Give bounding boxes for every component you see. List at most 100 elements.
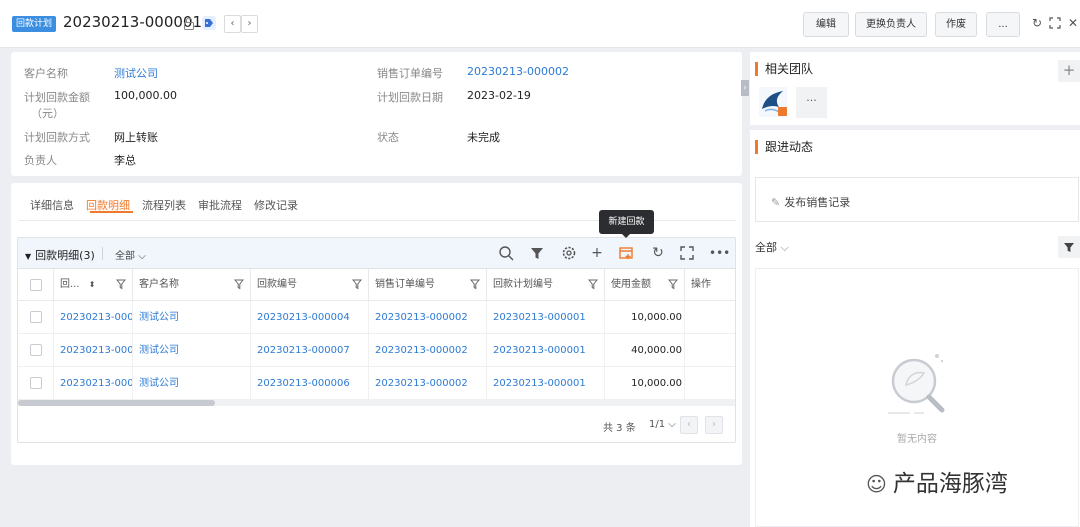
row-checkbox[interactable]: [30, 377, 42, 389]
order-no-cell[interactable]: 20230213-000002: [369, 301, 487, 334]
status-value: 未完成: [467, 131, 500, 144]
more-icon[interactable]: •••: [709, 244, 730, 262]
customer-cell[interactable]: 测试公司: [133, 367, 251, 400]
column-header[interactable]: 销售订单编号: [369, 269, 487, 301]
horizontal-scrollbar[interactable]: [18, 400, 735, 406]
column-header[interactable]: 客户名称: [133, 269, 251, 301]
plan-no-cell[interactable]: 20230213-000001: [487, 301, 605, 334]
select-all-cell: [18, 269, 54, 301]
edit-icon: ✎: [771, 196, 781, 209]
table-row[interactable]: 20230213-000... 测试公司 20230213-000004 202…: [18, 301, 735, 334]
select-all-checkbox[interactable]: [30, 279, 42, 291]
edit-button[interactable]: 编辑: [803, 12, 849, 37]
more-actions-button[interactable]: ...: [986, 12, 1020, 37]
toolbar-divider: [102, 247, 103, 260]
plan-no-cell[interactable]: 20230213-000001: [487, 334, 605, 367]
amount-cell: 10,000.00: [605, 367, 685, 400]
scrollbar-thumb[interactable]: [18, 400, 215, 406]
search-icon[interactable]: [497, 244, 515, 262]
add-icon[interactable]: +: [588, 244, 606, 262]
table-row[interactable]: 20230213-000... 测试公司 20230213-000006 202…: [18, 367, 735, 400]
total-count: 共 3 条: [603, 423, 636, 434]
empty-search-icon: [888, 354, 945, 414]
active-tab-indicator: [90, 211, 133, 213]
filter-icon[interactable]: [352, 279, 362, 290]
tab-process-list[interactable]: 流程列表: [142, 197, 186, 213]
order-no-cell[interactable]: 20230213-000002: [369, 367, 487, 400]
change-owner-button[interactable]: 更换负责人: [855, 12, 927, 37]
order-no-cell[interactable]: 20230213-000002: [369, 334, 487, 367]
new-payment-icon[interactable]: [617, 244, 635, 262]
publish-record-button[interactable]: ✎ 发布销售记录: [755, 177, 1079, 222]
watermark: ☺ 产品海豚湾: [866, 464, 1008, 498]
row-checkbox[interactable]: [30, 344, 42, 356]
column-header: 操作: [685, 269, 735, 301]
team-title: 相关团队: [755, 62, 813, 76]
column-header[interactable]: 回... ⬍: [54, 269, 133, 301]
plan-date-label: 计划回款日期: [377, 91, 443, 104]
refresh-icon[interactable]: ↻: [649, 244, 667, 262]
avatar[interactable]: [759, 87, 787, 117]
column-header[interactable]: 回款编号: [251, 269, 369, 301]
customer-label: 客户名称: [24, 67, 68, 80]
void-button[interactable]: 作废: [935, 12, 977, 37]
order-no-value[interactable]: 20230213-000002: [467, 65, 569, 78]
column-header[interactable]: 使用金额: [605, 269, 685, 301]
tab-details[interactable]: 详细信息: [30, 197, 74, 213]
sort-icon[interactable]: ⬍: [89, 280, 96, 289]
payment-id-cell[interactable]: 20230213-000...: [54, 334, 133, 367]
payment-subtable: ▼ 回款明细(3) 全部 ⌵ + ↻ ••• 回... ⬍ 客户名称 回款编号 …: [17, 237, 736, 443]
filter-icon[interactable]: [668, 279, 678, 290]
close-icon[interactable]: ✕: [1066, 16, 1080, 30]
filter-icon[interactable]: [116, 279, 126, 290]
payment-no-cell[interactable]: 20230213-000004: [251, 301, 369, 334]
payment-id-cell[interactable]: 20230213-000...: [54, 367, 133, 400]
row-checkbox[interactable]: [30, 311, 42, 323]
column-header-label: 销售订单编号: [375, 279, 435, 290]
column-header-label: 客户名称: [139, 279, 179, 290]
status-label: 状态: [377, 131, 399, 144]
activity-filter-select[interactable]: 全部 ⌵: [755, 239, 789, 255]
refresh-icon[interactable]: ↻: [1030, 16, 1044, 30]
next-page-button[interactable]: ›: [705, 416, 723, 434]
fullscreen-icon[interactable]: [1048, 16, 1062, 30]
next-record-button[interactable]: ›: [241, 15, 258, 33]
wechat-icon: ☺: [866, 472, 887, 496]
filter-icon[interactable]: [528, 244, 546, 262]
filter-icon[interactable]: [1058, 236, 1080, 258]
table-row[interactable]: 20230213-000... 测试公司 20230213-000007 202…: [18, 334, 735, 367]
subtable-title-text: 回款明细(3): [35, 249, 95, 262]
plan-no-cell[interactable]: 20230213-000001: [487, 367, 605, 400]
chevron-down-icon: ⌵: [138, 251, 146, 262]
payment-no-cell[interactable]: 20230213-000007: [251, 334, 369, 367]
expand-icon[interactable]: [678, 244, 696, 262]
prev-page-button[interactable]: ‹: [680, 416, 698, 434]
lock-icon[interactable]: [183, 17, 195, 30]
record-type-badge: 回款计划: [12, 16, 57, 32]
more-members-button[interactable]: ···: [796, 87, 827, 118]
settings-icon[interactable]: [560, 244, 578, 262]
follow-title: 跟进动态: [755, 140, 813, 154]
payment-id-cell[interactable]: 20230213-000...: [54, 301, 133, 334]
prev-record-button[interactable]: ‹: [224, 15, 241, 33]
add-member-button[interactable]: +: [1058, 60, 1080, 82]
subtable-title[interactable]: ▼ 回款明细(3): [25, 247, 95, 263]
tab-approval[interactable]: 审批流程: [198, 197, 242, 213]
customer-cell[interactable]: 测试公司: [133, 334, 251, 367]
customer-value[interactable]: 测试公司: [114, 65, 158, 81]
column-header-label: 使用金额: [611, 279, 651, 290]
payment-no-cell[interactable]: 20230213-000006: [251, 367, 369, 400]
filter-icon[interactable]: [234, 279, 244, 290]
column-header-label: 操作: [691, 279, 711, 290]
collapse-panel-handle[interactable]: ›: [741, 80, 749, 96]
customer-cell[interactable]: 测试公司: [133, 301, 251, 334]
filter-icon[interactable]: [588, 279, 598, 290]
page-select[interactable]: 1/1 ⌵: [649, 419, 676, 430]
tag-icon[interactable]: [202, 16, 216, 30]
empty-text: 暂无内容: [897, 434, 937, 445]
tab-history[interactable]: 修改记录: [254, 197, 298, 213]
table-header: 回... ⬍ 客户名称 回款编号 销售订单编号 回款计划编号 使用金额 操作: [18, 269, 735, 301]
filter-icon[interactable]: [470, 279, 480, 290]
column-header[interactable]: 回款计划编号: [487, 269, 605, 301]
subtable-filter-select[interactable]: 全部 ⌵: [115, 247, 146, 262]
